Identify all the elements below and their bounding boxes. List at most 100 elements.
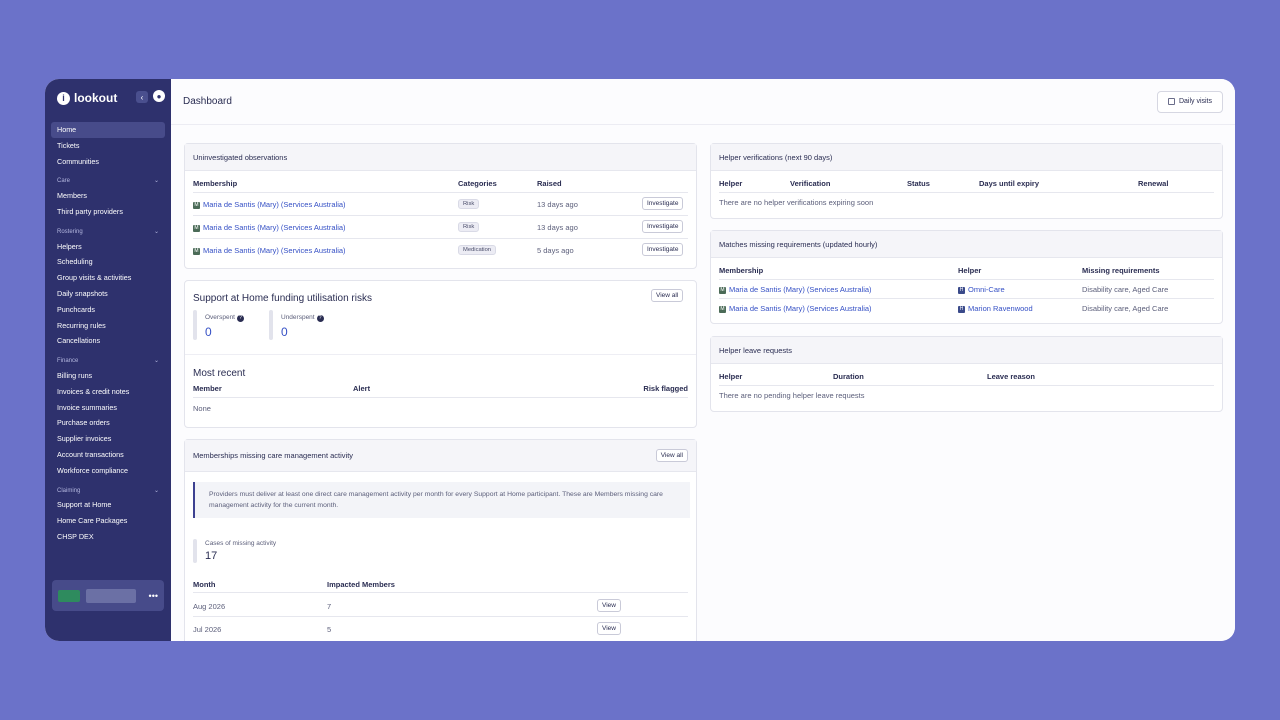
more-icon[interactable]: ••• [149, 591, 158, 601]
sidebar-item-support-at-home[interactable]: Support at Home [51, 497, 165, 513]
member-icon: M [193, 247, 200, 255]
membership-link[interactable]: M Maria de Santis (Mary) (Services Austra… [719, 304, 872, 313]
card-title: Memberships missing care management acti… [185, 440, 696, 472]
help-icon: ? [237, 315, 244, 322]
sidebar-item-invoice-summaries[interactable]: Invoice summaries [51, 400, 165, 416]
calendar-icon [1167, 98, 1175, 105]
logo-text: lookout [74, 91, 118, 105]
column-header: Member [193, 384, 222, 393]
member-icon: M [719, 286, 726, 294]
card-title: Matches missing requirements (updated ho… [711, 231, 1222, 258]
member-icon: M [719, 305, 726, 313]
membership-link[interactable]: M Maria de Santis (Mary) (Services Austra… [719, 285, 872, 294]
overspent-value[interactable]: 0 [205, 325, 212, 339]
impacted-count: 7 [327, 602, 332, 611]
column-header: Risk flagged [643, 384, 688, 393]
sidebar-item-cancellations[interactable]: Cancellations [51, 333, 165, 349]
sidebar-item-scheduling[interactable]: Scheduling [51, 254, 165, 270]
logo-icon: i [57, 91, 70, 105]
column-header: Categories [458, 179, 497, 188]
investigate-button[interactable]: Investigate [642, 220, 684, 233]
month: Aug 2026 [193, 602, 226, 611]
info-note: Providers must deliver at least one dire… [193, 482, 690, 518]
daily-visits-label: Daily visits [1178, 98, 1212, 105]
column-header: Impacted Members [327, 580, 395, 589]
view-all-button[interactable]: View all [655, 449, 688, 462]
card-title: Support at Home funding utilisation risk… [193, 293, 372, 304]
sidebar-item-supplier-invoices[interactable]: Supplier invoices [51, 431, 165, 447]
chevron-down-icon: ⌄ [153, 358, 159, 365]
avatar [58, 589, 80, 602]
helper-icon: H [958, 305, 965, 313]
missing-requirements: Disability care, Aged Care [1082, 304, 1169, 313]
card-title: Helper leave requests [711, 337, 1222, 364]
sidebar-item-members[interactable]: Members [51, 188, 165, 204]
sidebar-item-chsp-dex[interactable]: CHSP DEX [51, 529, 165, 545]
underspent-label: Underspent? [281, 314, 324, 322]
funding-utilisation-card: Support at Home funding utilisation risk… [184, 280, 697, 428]
column-header: Status [907, 179, 930, 188]
sidebar-item-helpers[interactable]: Helpers [51, 239, 165, 255]
sidebar-section-label: Rostering [57, 228, 83, 235]
column-header: Helper [958, 266, 982, 275]
sidebar-item-group-visits-activities[interactable]: Group visits & activities [51, 270, 165, 286]
view-button[interactable]: View [597, 599, 621, 612]
sidebar-section-rostering[interactable]: Rostering ⌄ [51, 223, 165, 239]
page-title: Dashboard [183, 96, 232, 107]
missing-requirements: Disability care, Aged Care [1082, 285, 1169, 294]
sidebar-item-recurring-rules[interactable]: Recurring rules [51, 318, 165, 334]
daily-visits-button[interactable]: Daily visits [1156, 90, 1223, 113]
investigate-button[interactable]: Investigate [642, 243, 684, 256]
sidebar-item-tickets[interactable]: Tickets [51, 138, 165, 154]
overspent-label: Overspent? [205, 314, 244, 322]
helper-link[interactable]: H Marion Ravenwood [958, 304, 1033, 313]
column-header: Alert [353, 384, 371, 393]
impacted-count: 5 [327, 625, 332, 634]
underspent-value[interactable]: 0 [281, 325, 288, 339]
column-header: Membership [193, 179, 238, 188]
column-header: Verification [790, 179, 831, 188]
helper-verifications-card: Helper verifications (next 90 days) Help… [710, 143, 1223, 219]
collapse-sidebar-icon[interactable]: ‹ [136, 91, 148, 103]
sidebar-item-third-party-providers[interactable]: Third party providers [51, 204, 165, 220]
sidebar-item-punchcards[interactable]: Punchcards [51, 302, 165, 318]
helper-link[interactable]: H Omni-Care [958, 285, 1005, 294]
sidebar-item-home[interactable]: Home [51, 122, 165, 138]
user-card[interactable]: ••• [52, 580, 164, 611]
member-icon: M [193, 201, 200, 209]
sidebar-item-invoices-credit-notes[interactable]: Invoices & credit notes [51, 384, 165, 400]
sidebar-item-workforce-compliance[interactable]: Workforce compliance [51, 463, 165, 479]
sidebar-section-finance[interactable]: Finance ⌄ [51, 352, 165, 368]
sidebar-item-account-transactions[interactable]: Account transactions [51, 447, 165, 463]
notifications-icon[interactable]: ● [153, 90, 165, 102]
sidebar-item-daily-snapshots[interactable]: Daily snapshots [51, 286, 165, 302]
sidebar-item-communities[interactable]: Communities [51, 154, 165, 170]
sidebar-section-care[interactable]: Care ⌄ [51, 172, 165, 188]
chevron-down-icon: ⌄ [153, 487, 159, 494]
empty-state: There are no pending helper leave reques… [719, 391, 865, 400]
cases-value: 17 [205, 550, 218, 562]
membership-link[interactable]: M Maria de Santis (Mary) (Services Austra… [193, 200, 346, 209]
raised-date: 13 days ago [537, 223, 578, 232]
membership-link[interactable]: M Maria de Santis (Mary) (Services Austra… [193, 223, 346, 232]
help-icon: ? [316, 315, 324, 322]
chevron-down-icon: ⌄ [153, 178, 159, 185]
column-header: Missing requirements [1082, 266, 1160, 275]
user-name-redacted [86, 588, 136, 603]
column-header: Membership [719, 266, 764, 275]
sidebar-item-home-care-packages[interactable]: Home Care Packages [51, 513, 165, 529]
topbar: Dashboard Daily visits [171, 79, 1235, 125]
raised-date: 5 days ago [537, 246, 574, 255]
column-header: Days until expiry [979, 179, 1040, 188]
uninvestigated-observations-card: Uninvestigated observations Membership C… [184, 143, 697, 269]
view-button[interactable]: View [597, 622, 621, 635]
view-all-button[interactable]: View all [651, 289, 684, 302]
investigate-button[interactable]: Investigate [642, 197, 684, 210]
membership-link[interactable]: M Maria de Santis (Mary) (Services Austra… [193, 246, 346, 255]
sidebar-item-billing-runs[interactable]: Billing runs [51, 368, 165, 384]
sidebar-section-label: Care [57, 178, 71, 185]
cases-label: Cases of missing activity [205, 540, 277, 547]
brand[interactable]: i lookout [45, 79, 171, 117]
sidebar-item-purchase-orders[interactable]: Purchase orders [51, 415, 165, 431]
sidebar-section-claiming[interactable]: Claiming ⌄ [51, 482, 165, 498]
